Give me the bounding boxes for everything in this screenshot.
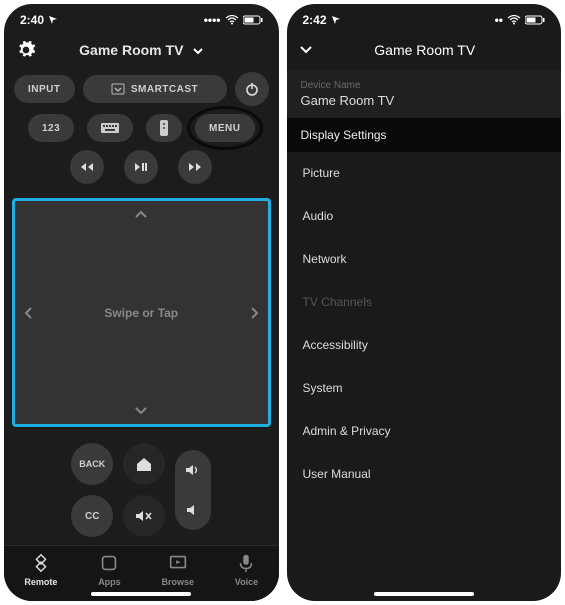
- menu-item-admin-privacy[interactable]: Admin & Privacy: [287, 410, 562, 453]
- power-icon: [244, 81, 260, 97]
- bottom-controls: BACK CC: [4, 435, 279, 545]
- forward-button[interactable]: [178, 150, 212, 184]
- chevron-down-icon: [193, 47, 203, 55]
- gear-icon[interactable]: [16, 40, 36, 60]
- menu-item-audio[interactable]: Audio: [287, 195, 562, 238]
- tab-voice[interactable]: Voice: [235, 552, 258, 587]
- settings-header: Game Room TV: [287, 36, 562, 70]
- status-bar: 2:40 ••••: [4, 4, 279, 36]
- menu-item-system[interactable]: System: [287, 367, 562, 410]
- menu-button[interactable]: MENU: [195, 114, 254, 142]
- volume-rocker: [175, 450, 211, 530]
- location-icon: [48, 15, 58, 25]
- volume-up-button[interactable]: [185, 463, 201, 477]
- cc-button[interactable]: CC: [71, 495, 113, 537]
- wifi-icon: [507, 15, 521, 25]
- play-pause-button[interactable]: [124, 150, 158, 184]
- tab-browse[interactable]: Browse: [161, 552, 194, 587]
- touchpad-label: Swipe or Tap: [104, 306, 178, 320]
- home-indicator: [91, 592, 191, 596]
- dpad-left[interactable]: [23, 306, 33, 320]
- rewind-icon: [80, 162, 94, 172]
- device-title: Game Room TV: [79, 42, 183, 58]
- home-icon: [135, 456, 153, 472]
- remote-header: Game Room TV: [4, 36, 279, 68]
- keyboard-icon: [101, 123, 119, 133]
- signal-dots-icon: ••••: [204, 13, 221, 27]
- dpad-up[interactable]: [134, 209, 148, 219]
- touchpad[interactable]: Swipe or Tap: [12, 198, 271, 427]
- wifi-icon: [225, 15, 239, 25]
- menu-item-tv-channels: TV Channels: [287, 281, 562, 324]
- play-pause-icon: [134, 162, 148, 172]
- smartcast-button[interactable]: SMARTCAST: [83, 75, 227, 103]
- rewind-button[interactable]: [70, 150, 104, 184]
- tab-apps[interactable]: Apps: [98, 552, 121, 587]
- home-button[interactable]: [123, 443, 165, 485]
- phone-remote: 2:40 •••• Game Room TV INPUT: [4, 4, 279, 601]
- phone-settings: 2:42 •• Game Room TV Device Name Game Ro…: [287, 4, 562, 601]
- home-indicator: [374, 592, 474, 596]
- tab-remote[interactable]: Remote: [24, 552, 57, 587]
- mute-button[interactable]: [123, 495, 165, 537]
- dpad-down[interactable]: [134, 406, 148, 416]
- status-bar: 2:42 ••: [287, 4, 562, 36]
- location-icon: [331, 15, 341, 25]
- remote-layout-button[interactable]: [146, 114, 182, 142]
- keyboard-button[interactable]: [87, 114, 133, 142]
- status-time: 2:40: [20, 13, 44, 27]
- mute-icon: [135, 509, 153, 523]
- cast-icon: [111, 83, 125, 95]
- remote-icon: [160, 120, 168, 136]
- battery-icon: [525, 15, 545, 25]
- volume-down-button[interactable]: [186, 503, 200, 517]
- signal-dots-icon: ••: [495, 13, 503, 27]
- numpad-button[interactable]: 123: [28, 114, 74, 142]
- status-time: 2:42: [303, 13, 327, 27]
- back-chevron-icon[interactable]: [299, 45, 313, 55]
- input-button[interactable]: INPUT: [14, 75, 75, 103]
- device-selector[interactable]: Game Room TV: [36, 42, 247, 58]
- power-button[interactable]: [235, 72, 269, 106]
- menu-item-network[interactable]: Network: [287, 238, 562, 281]
- device-name-value: Game Room TV: [301, 93, 548, 108]
- back-button[interactable]: BACK: [71, 443, 113, 485]
- device-name-row[interactable]: Device Name Game Room TV: [287, 70, 562, 118]
- battery-icon: [243, 15, 263, 25]
- section-display-settings: Display Settings: [287, 118, 562, 152]
- menu-item-user-manual[interactable]: User Manual: [287, 453, 562, 496]
- forward-icon: [188, 162, 202, 172]
- device-name-label: Device Name: [301, 80, 548, 91]
- settings-title: Game Room TV: [325, 42, 526, 58]
- menu-item-accessibility[interactable]: Accessibility: [287, 324, 562, 367]
- dpad-right[interactable]: [250, 306, 260, 320]
- settings-menu-list: PictureAudioNetworkTV ChannelsAccessibil…: [287, 152, 562, 496]
- menu-item-picture[interactable]: Picture: [287, 152, 562, 195]
